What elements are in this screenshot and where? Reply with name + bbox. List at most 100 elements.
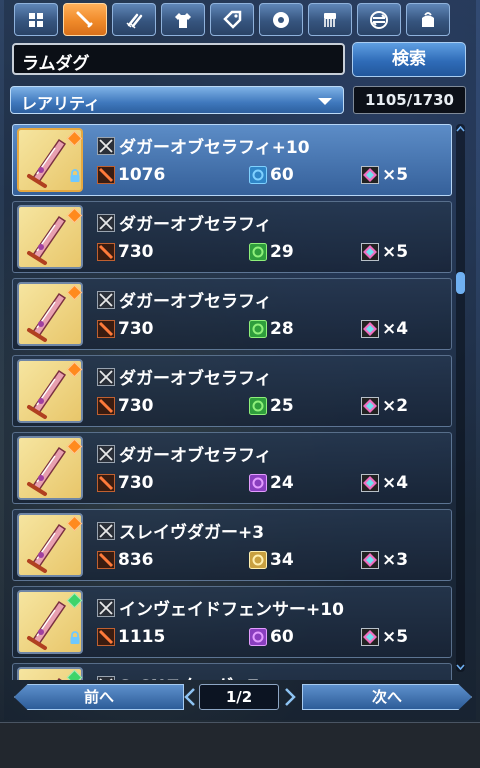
attack-icon: [97, 320, 115, 338]
weapon-type-icon: [97, 136, 115, 155]
slot-stat: ×5: [361, 242, 408, 262]
tab-armor[interactable]: [161, 3, 205, 36]
attack-value: 730: [118, 242, 154, 262]
slot-stat: ×5: [361, 165, 408, 185]
slot-stat: ×2: [361, 396, 408, 416]
tab-all[interactable]: [14, 3, 58, 36]
weapon-name-row: スレイヴダガー+3: [97, 518, 264, 543]
dark-element-icon: [249, 628, 267, 646]
weapon-type-icon: [97, 675, 115, 680]
chevron-right-icon[interactable]: [284, 687, 298, 707]
attack-icon: [97, 166, 115, 184]
chevron-left-icon[interactable]: [182, 687, 196, 707]
tab-accessories[interactable]: [210, 3, 254, 36]
weapon-type-icon: [97, 290, 115, 309]
slot-count: ×5: [382, 242, 409, 262]
weapon-type-icon: [97, 444, 115, 463]
scroll-up-icon[interactable]: [456, 126, 465, 132]
slot-count: ×3: [382, 550, 409, 570]
weapon-name-row: ダガーオブセラフィ: [97, 287, 272, 312]
list-item[interactable]: スレイヴダガー+3 836 34 ×3: [12, 509, 452, 581]
attack-icon: [97, 397, 115, 415]
item-list: ダガーオブセラフィ+10 1076 60 ×5 ダガーオブセラフィ 730 29 ×5 ダガーオ…: [12, 124, 452, 680]
weapon-name-row: ダガーオブセラフィ: [97, 441, 272, 466]
scrollbar-track[interactable]: [456, 124, 465, 672]
slot-count: ×5: [382, 627, 409, 647]
prev-page-button[interactable]: 前へ: [14, 684, 184, 710]
tab-other[interactable]: [406, 3, 450, 36]
attack-icon: [97, 628, 115, 646]
light-element-icon: [249, 551, 267, 569]
slot-icon: [361, 397, 379, 415]
list-item[interactable]: ダガーオブセラフィ 730 24 ×4: [12, 432, 452, 504]
pagination: 前へ 1/2 次へ: [14, 684, 472, 712]
weapon-name: ダガーオブセラフィ: [119, 215, 272, 235]
lock-icon: [70, 631, 80, 644]
slot-stat: ×3: [361, 550, 408, 570]
list-item[interactable]: ダガーオブセラフィ 730 28 ×4: [12, 278, 452, 350]
disc-icon: [273, 11, 289, 28]
chevron-down-icon: [318, 98, 332, 105]
weapon-name: インヴェイドフェンサー+10: [119, 600, 344, 620]
weapon-name: S-CNスタッグ+7: [119, 672, 259, 680]
weapon-name: ダガーオブセラフィ+10: [119, 138, 310, 158]
weapon-type-icon: [97, 521, 115, 540]
slot-stat: ×4: [361, 473, 408, 493]
attack-stat: 730: [97, 396, 154, 416]
weapon-name-row: ダガーオブセラフィ: [97, 210, 272, 235]
attack-stat: 1076: [97, 165, 165, 185]
weapon-type-icon: [97, 367, 115, 386]
next-page-button[interactable]: 次へ: [302, 684, 472, 710]
attack-stat: 730: [97, 473, 154, 493]
weapon-name-row: インヴェイドフェンサー+10: [97, 595, 344, 620]
element-value: 60: [270, 165, 294, 185]
list-item[interactable]: ダガーオブセラフィ 730 25 ×2: [12, 355, 452, 427]
element-stat: 24: [249, 473, 294, 493]
slot-icon: [361, 474, 379, 492]
weapon-name-row: ダガーオブセラフィ+10: [97, 133, 310, 158]
search-button[interactable]: 検索: [352, 42, 466, 77]
tab-cosmetics[interactable]: [308, 3, 352, 36]
attack-stat: 1115: [97, 627, 165, 647]
tag-icon: [223, 10, 242, 29]
element-stat: 60: [249, 165, 294, 185]
attack-value: 730: [118, 473, 154, 493]
tab-weapons[interactable]: [63, 3, 107, 36]
list-item[interactable]: S-CNスタッグ+7: [12, 663, 452, 680]
attack-stat: 730: [97, 242, 154, 262]
slot-icon: [361, 628, 379, 646]
element-stat: 25: [249, 396, 294, 416]
shirt-icon: [175, 12, 191, 28]
list-item[interactable]: インヴェイドフェンサー+10 1115 60 ×5: [12, 586, 452, 658]
wind-element-icon: [249, 397, 267, 415]
tab-twin-weapons[interactable]: [112, 3, 156, 36]
attack-icon: [97, 243, 115, 261]
grid-icon: [29, 12, 43, 27]
attack-stat: 836: [97, 550, 154, 570]
attack-value: 730: [118, 319, 154, 339]
attack-value: 836: [118, 550, 154, 570]
tab-exchange[interactable]: [357, 3, 401, 36]
element-value: 28: [270, 319, 294, 339]
tab-discs[interactable]: [259, 3, 303, 36]
slot-count: ×2: [382, 396, 409, 416]
list-item[interactable]: ダガーオブセラフィ 730 29 ×5: [12, 201, 452, 273]
wind-element-icon: [249, 320, 267, 338]
element-value: 29: [270, 242, 294, 262]
element-value: 25: [270, 396, 294, 416]
ice-element-icon: [249, 166, 267, 184]
element-stat: 34: [249, 550, 294, 570]
bag-icon: [422, 11, 434, 27]
scrollbar-thumb[interactable]: [456, 272, 465, 294]
scroll-down-icon[interactable]: [456, 664, 465, 670]
attack-icon: [97, 551, 115, 569]
slot-icon: [361, 320, 379, 338]
page-indicator: 1/2: [199, 684, 279, 710]
comb-icon: [324, 12, 336, 27]
attack-value: 1076: [118, 165, 166, 185]
sort-dropdown[interactable]: レアリティ: [10, 86, 344, 114]
search-input[interactable]: ラムダグ: [12, 43, 345, 75]
slot-count: ×4: [382, 319, 409, 339]
list-item[interactable]: ダガーオブセラフィ+10 1076 60 ×5: [12, 124, 452, 196]
weapon-name: スレイヴダガー+3: [119, 523, 265, 543]
